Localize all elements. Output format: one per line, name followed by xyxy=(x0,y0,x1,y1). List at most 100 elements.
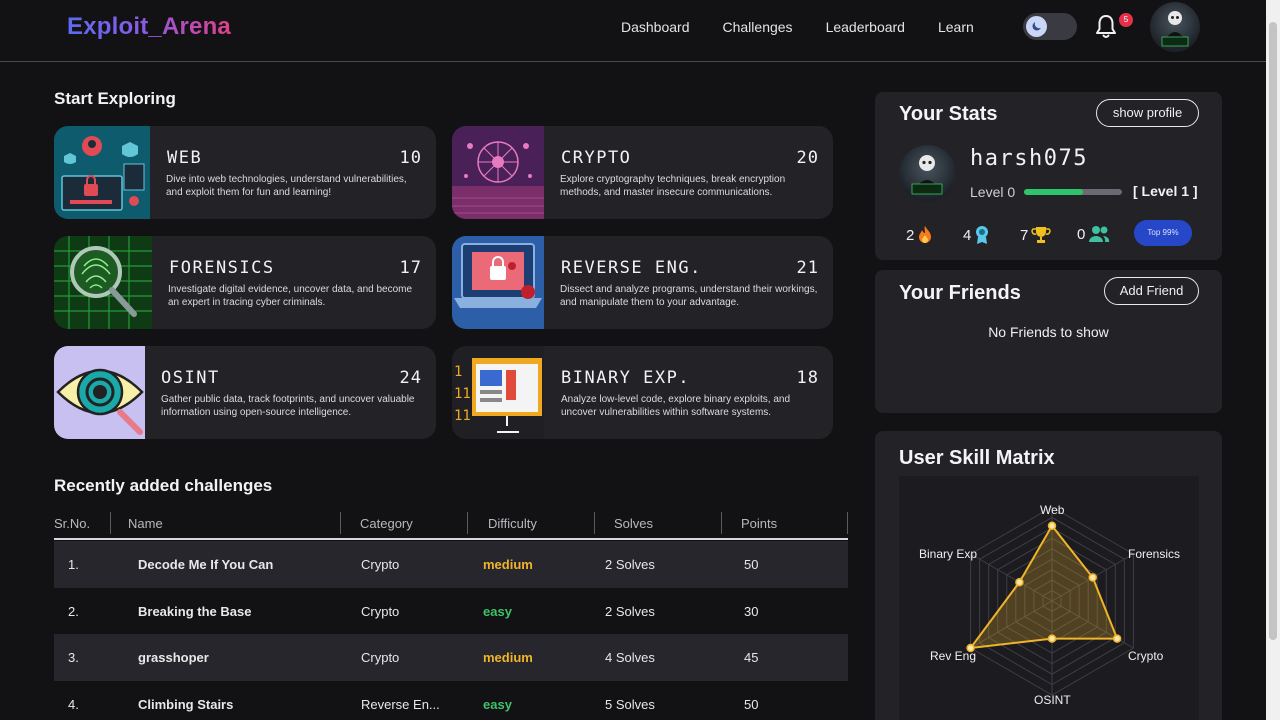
column-header[interactable]: Name xyxy=(128,516,163,531)
category-card-crypto[interactable]: CRYPTO 20 Explore cryptography technique… xyxy=(452,126,833,219)
table-row[interactable]: 4. Climbing Stairs Reverse En... easy 5 … xyxy=(54,681,848,720)
app-logo[interactable]: Exploit_Arena xyxy=(67,13,231,41)
challenge-difficulty: medium xyxy=(483,557,533,572)
category-name: CRYPTO xyxy=(561,148,632,168)
category-card-web[interactable]: WEB 10 Dive into web technologies, under… xyxy=(54,126,436,219)
column-header[interactable]: Category xyxy=(360,516,413,531)
challenge-difficulty: medium xyxy=(483,650,533,665)
your-stats-panel: Your Stats show profile harsh075 Level 0… xyxy=(875,92,1222,260)
challenge-category: Crypto xyxy=(361,557,400,572)
recent-challenges-title: Recently added challenges xyxy=(54,476,273,495)
category-description: Gather public data, track footprints, an… xyxy=(161,394,415,418)
medal-icon xyxy=(976,226,989,244)
add-friend-button[interactable]: Add Friend xyxy=(1104,277,1199,305)
category-description: Dissect and analyze programs, understand… xyxy=(560,284,818,308)
challenge-points: 50 xyxy=(744,697,759,712)
challenge-category: Crypto xyxy=(361,604,400,619)
table-row[interactable]: 2. Breaking the Base Crypto easy 2 Solve… xyxy=(54,588,848,635)
reverse-eng-illustration xyxy=(452,236,544,329)
notification-badge: 5 xyxy=(1119,13,1133,27)
challenge-points: 45 xyxy=(744,650,759,665)
user-avatar[interactable] xyxy=(1150,2,1200,52)
radar-axis-label: Binary Exp xyxy=(919,547,978,561)
category-card-binary-exp[interactable]: 1 11 11 BINARY EXP. 18 Analyze low-level… xyxy=(452,346,833,439)
nav-dashboard[interactable]: Dashboard xyxy=(621,19,690,35)
moon-icon xyxy=(1026,16,1047,37)
challenge-points: 50 xyxy=(744,557,759,572)
radar-axis-label: Crypto xyxy=(1128,649,1164,663)
category-card-reverse-eng[interactable]: REVERSE ENG. 21 Dissect and analyze prog… xyxy=(452,236,833,329)
row-sr: 4. xyxy=(68,697,79,712)
category-count: 10 xyxy=(399,148,422,168)
column-header[interactable]: Sr.No. xyxy=(54,516,90,531)
radar-axis-label: Forensics xyxy=(1128,547,1181,561)
table-row[interactable]: 3. grasshoper Crypto medium 4 Solves 45 xyxy=(54,634,848,681)
show-profile-button[interactable]: show profile xyxy=(1096,99,1199,127)
nav-challenges[interactable]: Challenges xyxy=(723,19,793,35)
challenge-solves: 4 Solves xyxy=(605,650,655,665)
theme-toggle[interactable] xyxy=(1023,13,1077,40)
challenges-table-header: Sr.No. Name Category Difficulty Solves P… xyxy=(54,512,848,540)
profile-avatar[interactable] xyxy=(899,145,956,202)
rank-badge: Top 99% xyxy=(1134,220,1192,246)
challenge-points: 30 xyxy=(744,604,759,619)
main-nav: Dashboard Challenges Leaderboard Learn xyxy=(621,19,1007,35)
column-header[interactable]: Difficulty xyxy=(488,516,537,531)
challenge-name[interactable]: Breaking the Base xyxy=(138,604,251,619)
crypto-illustration xyxy=(452,126,544,219)
bell-icon[interactable] xyxy=(1094,14,1118,40)
nav-leaderboard[interactable]: Leaderboard xyxy=(826,19,905,35)
radar-point xyxy=(1015,577,1024,587)
table-row[interactable]: 1. Decode Me If You Can Crypto medium 2 … xyxy=(54,541,848,588)
svg-text:11: 11 xyxy=(454,386,471,402)
trophy-icon xyxy=(1031,227,1051,243)
challenge-category: Crypto xyxy=(361,650,400,665)
category-count: 24 xyxy=(399,368,422,388)
fire-icon xyxy=(919,226,932,243)
svg-text:11: 11 xyxy=(454,408,471,424)
challenge-name[interactable]: grasshoper xyxy=(138,650,209,665)
column-header[interactable]: Solves xyxy=(614,516,653,531)
category-description: Explore cryptography techniques, break e… xyxy=(560,174,786,198)
category-card-forensics[interactable]: FORENSICS 17 Investigate digital evidenc… xyxy=(54,236,436,329)
radar-axis-label: Rev Eng xyxy=(930,649,977,663)
category-count: 17 xyxy=(399,258,422,278)
osint-illustration xyxy=(54,346,145,439)
radar-point xyxy=(1088,573,1097,582)
empty-friends-message: No Friends to show xyxy=(988,324,1109,340)
category-description: Investigate digital evidence, uncover da… xyxy=(168,284,413,308)
users-icon xyxy=(1089,226,1110,242)
badges-stat: 4 xyxy=(963,225,990,245)
challenge-solves: 2 Solves xyxy=(605,604,655,619)
friends-stat: 0 xyxy=(1077,225,1110,243)
category-count: 18 xyxy=(796,368,819,388)
stats-title: Your Stats xyxy=(899,103,998,125)
category-name: BINARY EXP. xyxy=(561,368,691,388)
scrollbar-thumb[interactable] xyxy=(1269,22,1277,640)
binary-exp-illustration: 1 11 11 xyxy=(452,346,544,439)
your-friends-panel: Your Friends Add Friend No Friends to sh… xyxy=(875,270,1222,413)
challenge-name[interactable]: Climbing Stairs xyxy=(138,697,233,712)
category-name: WEB xyxy=(167,148,203,168)
skill-matrix-title: User Skill Matrix xyxy=(899,447,1055,469)
challenge-difficulty: easy xyxy=(483,604,512,619)
profile-username: harsh075 xyxy=(970,146,1088,171)
streak-stat: 2 xyxy=(906,225,933,245)
next-level-badge: [ Level 1 ] xyxy=(1133,183,1198,199)
category-name: OSINT xyxy=(161,368,220,388)
category-name: REVERSE ENG. xyxy=(561,258,702,278)
trophies-stat: 7 xyxy=(1020,225,1051,245)
start-exploring-title: Start Exploring xyxy=(54,89,176,108)
forensics-illustration xyxy=(54,236,152,329)
challenge-category: Reverse En... xyxy=(361,697,440,712)
svg-text:1: 1 xyxy=(454,364,462,380)
column-header[interactable]: Points xyxy=(741,516,777,531)
category-card-osint[interactable]: OSINT 24 Gather public data, track footp… xyxy=(54,346,436,439)
category-count: 21 xyxy=(796,258,819,278)
nav-learn[interactable]: Learn xyxy=(938,19,974,35)
radar-point xyxy=(1047,634,1057,643)
row-sr: 2. xyxy=(68,604,79,619)
page-scrollbar[interactable] xyxy=(1266,0,1280,720)
challenge-name[interactable]: Decode Me If You Can xyxy=(138,557,273,572)
radar-axis-label: OSINT xyxy=(1034,693,1071,707)
